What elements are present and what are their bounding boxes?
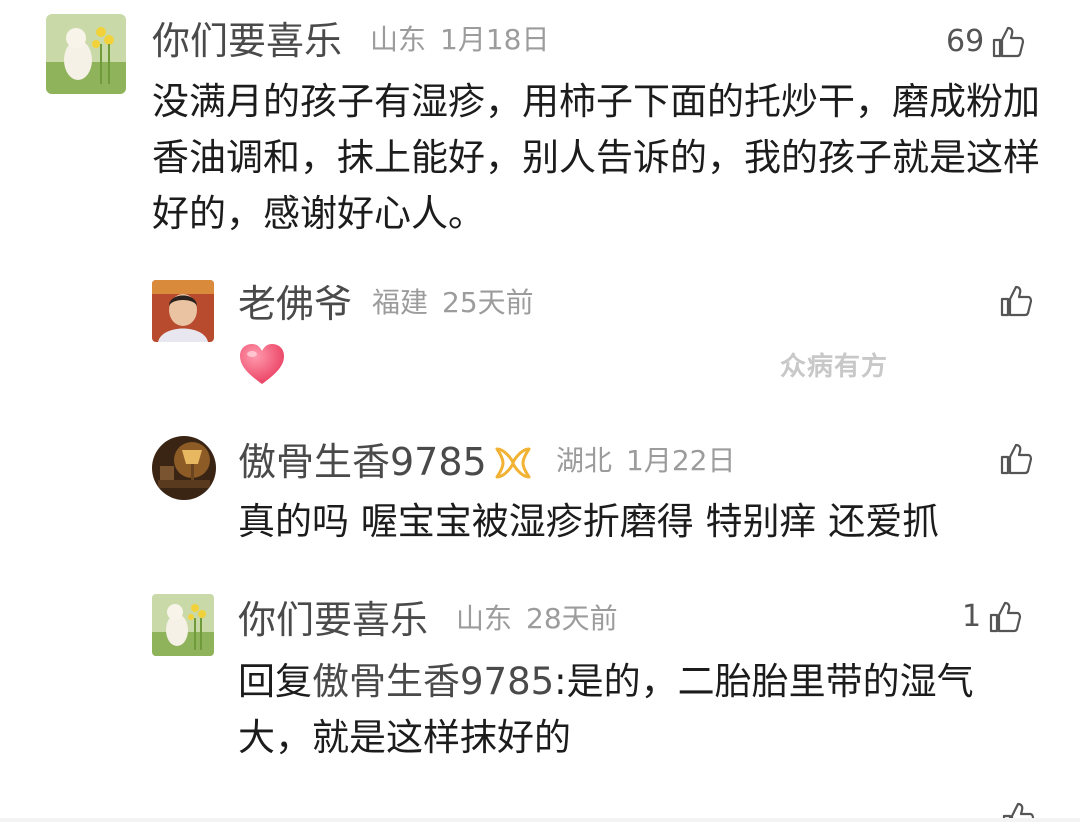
lamb-avatar-icon [152,594,214,656]
thumbs-up-icon [989,601,1022,633]
comment-location: 福建 [372,286,429,319]
reply-prefix: 回复 [238,660,312,703]
comment-location: 山东 [370,23,427,56]
comment-text: 没满月的孩子有湿疹，用柿子下面的托炒干，磨成粉加香油调和，抹上能好，别人告诉的，… [152,80,1040,235]
lamp-avatar-icon [152,436,216,500]
comment-date: 1月18日 [440,23,550,56]
comment-text: 真的吗 喔宝宝被湿疹折磨得 特别痒 还爱抓 [238,500,940,543]
avatar[interactable] [152,594,214,656]
avatar[interactable] [46,14,126,94]
like-button[interactable] [998,441,1034,477]
like-button[interactable]: 1 [962,599,1023,635]
bottom-divider [0,818,1080,822]
like-button[interactable]: 69 [946,24,1026,60]
comment-date: 28天前 [526,602,618,635]
comment-text: 回复傲骨生香9785:是的，二胎胎里带的湿气大，就是这样抹好的 [238,654,1038,766]
thumbs-up-icon [1000,285,1033,317]
like-button[interactable] [998,283,1034,319]
comment-author[interactable]: 老佛爷 [238,285,352,323]
lamb-avatar-icon [46,14,126,94]
thumbs-up-icon [993,26,1025,58]
comment-meta: 山东 1月18日 [370,26,549,54]
comment-author[interactable]: 傲骨生香9785 [238,443,533,487]
thumbs-up-icon [1000,443,1033,475]
comment-author-name: 傲骨生香9785 [238,440,487,484]
grandmother-avatar-icon [152,280,214,342]
comment-date: 1月22日 [626,444,736,477]
comment-author[interactable]: 你们要喜乐 [152,22,342,60]
comment-meta: 湖北 1月22日 [556,447,735,475]
comment-meta: 福建 25天前 [372,289,534,317]
watermark: 众病有方 [780,352,889,382]
comment-date: 25天前 [442,286,534,319]
comment-meta: 山东 28天前 [456,605,618,633]
avatar[interactable] [152,280,214,342]
avatar[interactable] [152,436,216,500]
comment-author[interactable]: 你们要喜乐 [238,601,428,639]
like-count: 1 [962,599,982,634]
heart-emoji-icon [238,342,286,386]
ribbon-badge-icon [493,445,533,487]
like-count: 69 [946,24,985,59]
comment-location: 山东 [456,602,513,635]
comment-location: 湖北 [556,444,613,477]
reply-to-link[interactable]: 傲骨生香9785 [312,660,554,703]
